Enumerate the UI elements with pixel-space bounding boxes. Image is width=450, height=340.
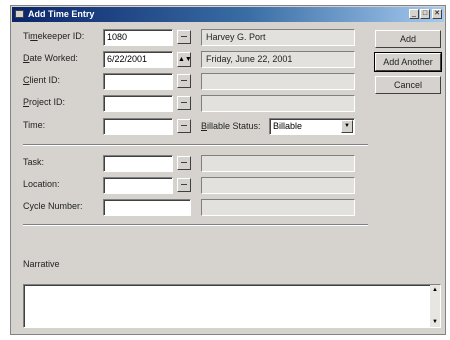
timekeeper-name: Harvey G. Port bbox=[201, 29, 355, 46]
billable-status-label: Billable Status: bbox=[201, 121, 261, 131]
time-field[interactable] bbox=[103, 118, 173, 135]
maximize-button[interactable]: □ bbox=[420, 9, 430, 19]
scroll-down-icon[interactable]: ▼ bbox=[432, 319, 438, 325]
narrative-scrollbar[interactable]: ▲ ▼ bbox=[430, 285, 440, 327]
date-worked-day: Friday, June 22, 2001 bbox=[201, 51, 355, 68]
date-worked-label: Date Worked: bbox=[23, 53, 78, 63]
window-title: Add Time Entry bbox=[28, 9, 95, 19]
project-id-label: Project ID: bbox=[23, 97, 66, 107]
time-label: Time: bbox=[23, 120, 46, 130]
chevron-down-icon[interactable]: ▼ bbox=[341, 120, 353, 133]
timekeeper-lookup-button[interactable] bbox=[177, 30, 191, 44]
cycle-number-label: Cycle Number: bbox=[23, 201, 83, 211]
add-time-entry-dialog: Add Time Entry _ □ ✕ Timekeeper ID: 1080… bbox=[10, 5, 446, 335]
window-app-icon[interactable] bbox=[15, 10, 24, 18]
minimize-button[interactable]: _ bbox=[409, 9, 419, 19]
project-lookup-button[interactable] bbox=[177, 96, 191, 110]
task-field[interactable] bbox=[103, 155, 173, 172]
location-description bbox=[201, 177, 355, 194]
task-label: Task: bbox=[23, 157, 45, 167]
time-lookup-button[interactable] bbox=[177, 119, 191, 133]
separator-bottom bbox=[23, 224, 368, 226]
location-field[interactable] bbox=[103, 177, 173, 194]
add-button[interactable]: Add bbox=[375, 30, 441, 48]
title-bar[interactable]: Add Time Entry _ □ ✕ bbox=[12, 7, 444, 22]
close-button[interactable]: ✕ bbox=[432, 9, 442, 19]
location-label: Location: bbox=[23, 179, 60, 189]
timekeeper-id-field[interactable]: 1080 bbox=[103, 29, 173, 46]
cycle-number-field[interactable] bbox=[103, 199, 191, 216]
scroll-up-icon[interactable]: ▲ bbox=[432, 287, 438, 293]
narrative-textarea[interactable]: ▲ ▼ bbox=[23, 284, 441, 328]
add-another-button[interactable]: Add Another bbox=[374, 52, 442, 72]
task-description bbox=[201, 155, 355, 172]
cycle-description bbox=[201, 199, 355, 216]
timekeeper-id-label: Timekeeper ID: bbox=[23, 31, 85, 41]
task-lookup-button[interactable] bbox=[177, 156, 191, 170]
billable-status-select[interactable]: Billable ▼ bbox=[269, 118, 355, 135]
project-name bbox=[201, 95, 355, 112]
client-name bbox=[201, 73, 355, 90]
location-lookup-button[interactable] bbox=[177, 178, 191, 192]
client-id-label: Client ID: bbox=[23, 75, 61, 85]
project-id-field[interactable] bbox=[103, 95, 173, 112]
client-lookup-button[interactable] bbox=[177, 74, 191, 88]
cancel-button[interactable]: Cancel bbox=[375, 76, 441, 94]
separator-top bbox=[23, 144, 368, 146]
date-spin-button[interactable]: ▲▼ bbox=[177, 52, 192, 67]
client-id-field[interactable] bbox=[103, 73, 173, 90]
narrative-label: Narrative bbox=[23, 259, 60, 269]
billable-status-value: Billable bbox=[273, 121, 303, 131]
date-worked-field[interactable]: 6/22/2001 bbox=[103, 51, 173, 68]
